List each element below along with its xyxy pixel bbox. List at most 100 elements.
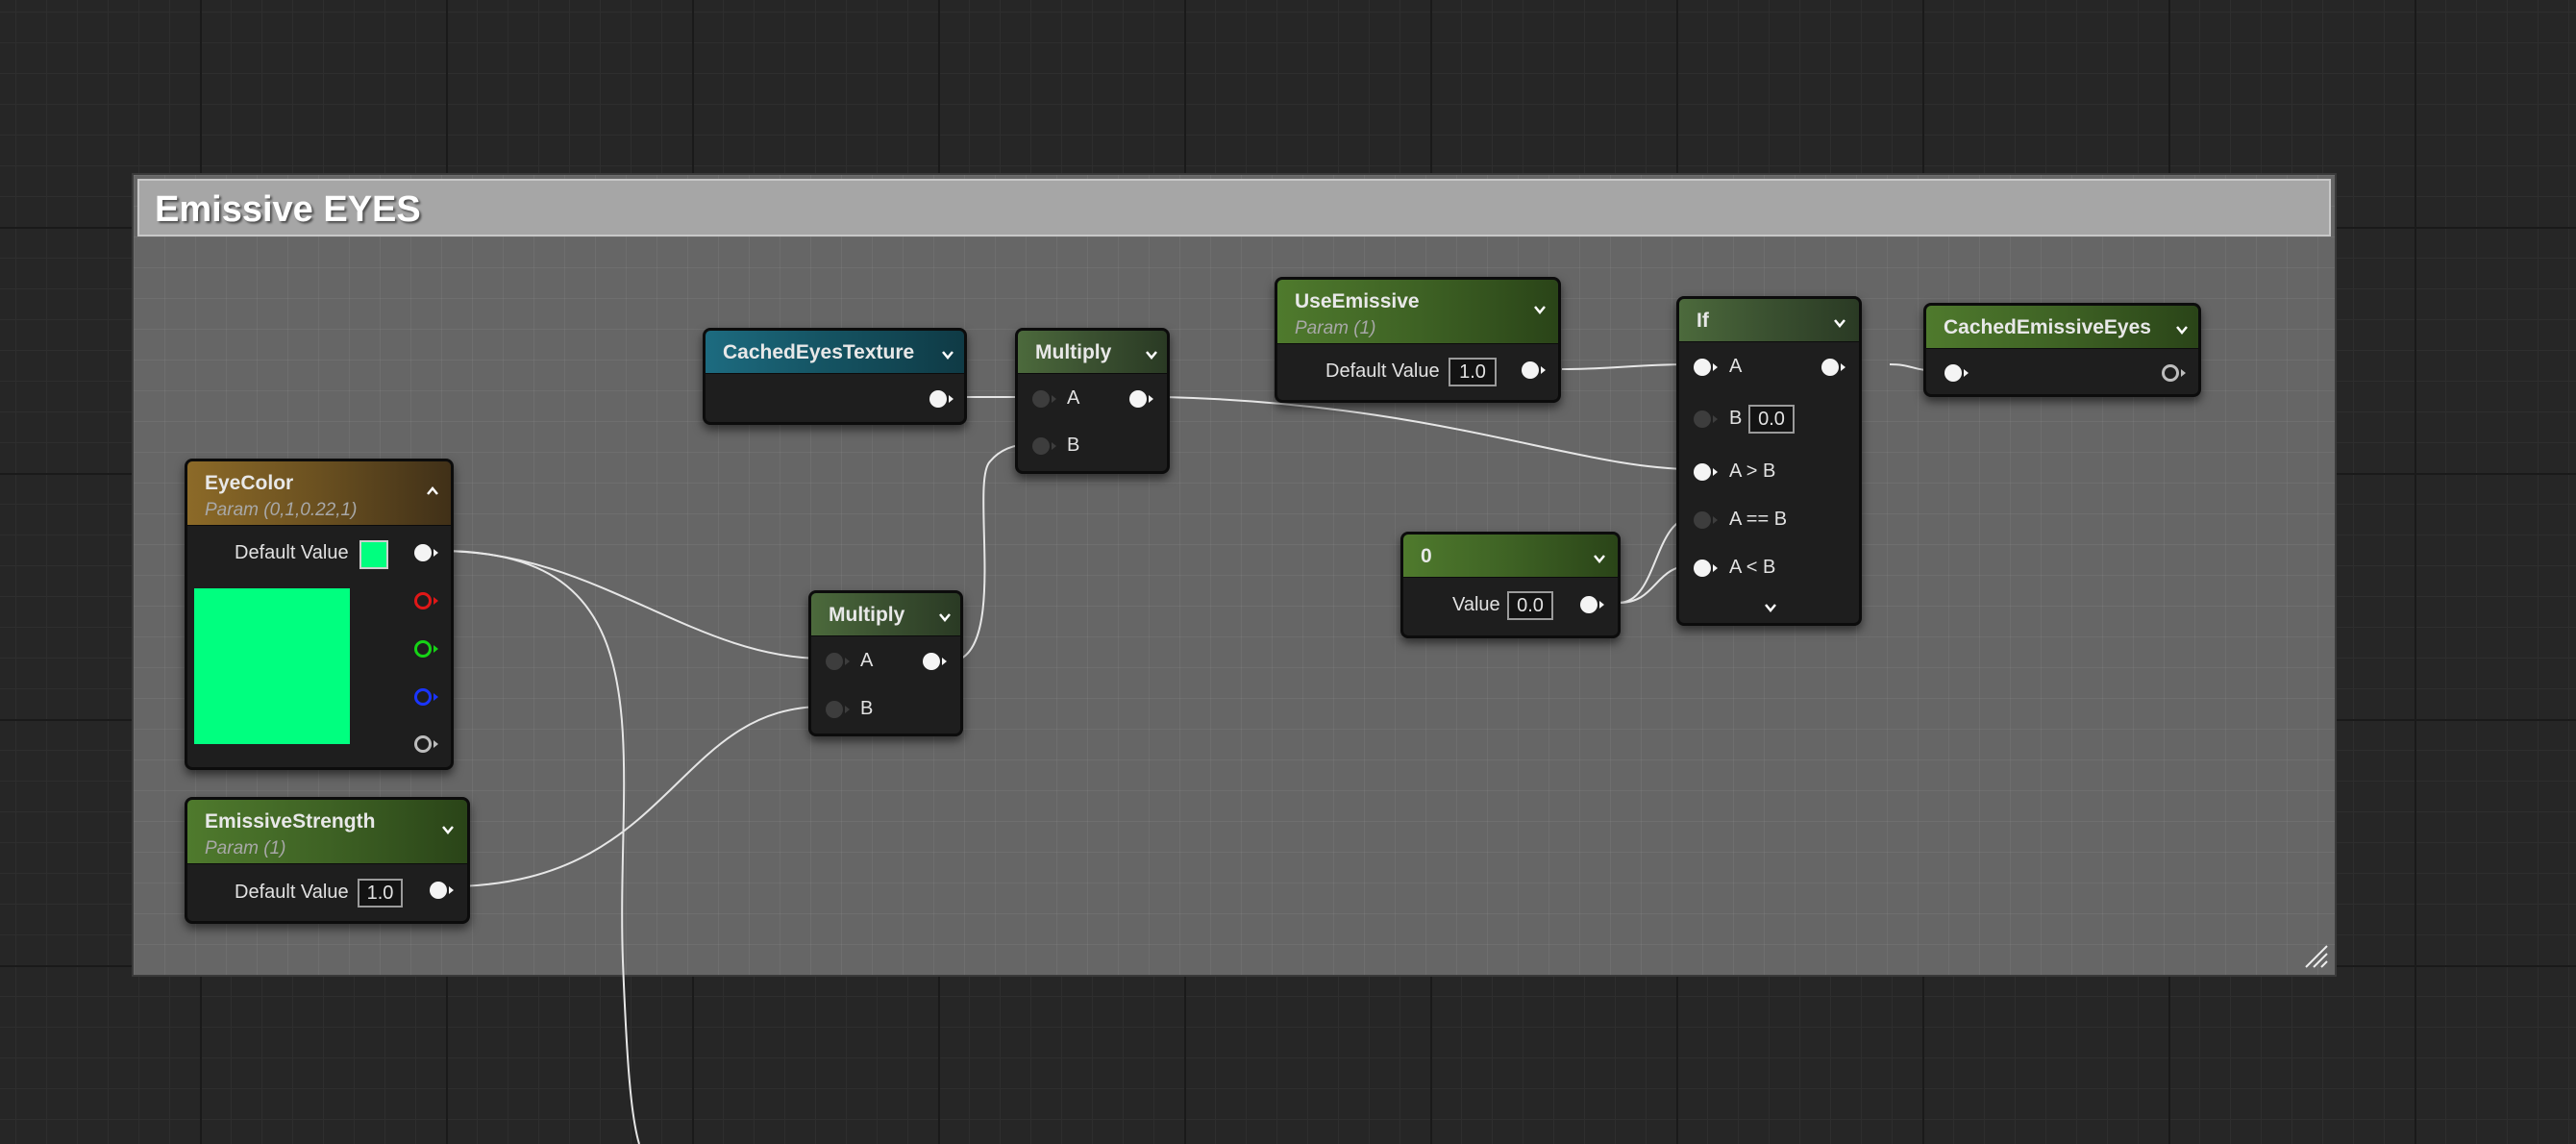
input-pin-b[interactable]: [826, 701, 843, 718]
input-pin[interactable]: [1944, 364, 1962, 382]
output-pin[interactable]: [1522, 361, 1539, 379]
chevron-down-icon[interactable]: [1833, 316, 1846, 330]
output-pin-arrow: [1541, 366, 1546, 374]
pin-label-b: B: [860, 698, 874, 719]
output-pin-a[interactable]: [414, 735, 432, 753]
input-pin-a[interactable]: [826, 653, 843, 670]
output-pin[interactable]: [923, 653, 940, 670]
input-pin-a[interactable]: [1694, 359, 1711, 376]
input-pin-b[interactable]: [1694, 410, 1711, 428]
pin-label-a: A: [860, 650, 874, 671]
output-pin-arrow: [449, 886, 454, 894]
output-pin-r[interactable]: [414, 592, 432, 609]
input-pin-arrow: [845, 706, 850, 713]
node-multiply-bottom[interactable]: Multiply A B: [808, 590, 963, 736]
node-if[interactable]: If A B 0.0 A > B A == B A < B: [1676, 296, 1862, 626]
default-value-label: Default Value: [1325, 361, 1440, 382]
pin-label-b: B: [1729, 408, 1743, 429]
chevron-down-icon[interactable]: [441, 823, 455, 836]
node-cached-emissive-eyes[interactable]: CachedEmissiveEyes: [1923, 303, 2201, 397]
output-pin[interactable]: [1129, 390, 1147, 408]
node-emissive-strength[interactable]: EmissiveStrength Param (1) Default Value…: [185, 797, 470, 924]
output-pin-b[interactable]: [414, 688, 432, 706]
value-label: Value: [1452, 594, 1500, 615]
pin-label-a-lt-b: A < B: [1729, 557, 1776, 578]
default-value-input[interactable]: 1.0: [1449, 358, 1497, 386]
pin-label-a: A: [1729, 356, 1743, 377]
output-pin[interactable]: [929, 390, 947, 408]
output-pin-g[interactable]: [414, 640, 432, 658]
pin-label-a: A: [1067, 387, 1080, 409]
input-pin-arrow: [1713, 516, 1718, 524]
node-subtitle: Param (1): [205, 838, 286, 858]
output-pin-arrow: [433, 597, 438, 605]
node-title: Multiply: [1035, 341, 1112, 363]
node-title: UseEmissive: [1295, 290, 1420, 312]
node-use-emissive[interactable]: UseEmissive Param (1) Default Value 1.0: [1275, 277, 1561, 403]
input-pin-arrow: [1713, 564, 1718, 572]
node-title: If: [1697, 310, 1709, 332]
node-subtitle: Param (0,1,0.22,1): [205, 500, 358, 520]
input-pin-a[interactable]: [1032, 390, 1050, 408]
wire-eye-color-to-multiply-a: [439, 550, 825, 659]
input-pin-arrow: [1052, 395, 1056, 403]
input-pin-b[interactable]: [1032, 437, 1050, 455]
default-value-label: Default Value: [235, 882, 349, 903]
output-pin[interactable]: [1580, 596, 1598, 613]
value-input[interactable]: 0.0: [1507, 591, 1553, 620]
wire-emissive-strength-to-multiply-b: [447, 706, 825, 887]
wire-use-emissive-to-if-a: [1561, 363, 1695, 370]
default-value-input[interactable]: 1.0: [358, 879, 403, 908]
input-pin-a-lt-b[interactable]: [1694, 560, 1711, 577]
wire-multiply-top-to-if-agtb: [1164, 396, 1695, 470]
output-pin-arrow: [433, 645, 438, 653]
output-pin-arrow: [433, 693, 438, 701]
b-value-input[interactable]: 0.0: [1748, 405, 1795, 434]
wire-multiply-bottom-to-multiply-top-b: [960, 443, 1032, 659]
node-constant-zero[interactable]: 0 Value 0.0: [1400, 532, 1621, 638]
color-swatch[interactable]: [359, 540, 388, 569]
chevron-down-icon[interactable]: [2175, 323, 2189, 336]
output-pin-arrow: [433, 740, 438, 748]
output-pin-arrow: [1149, 395, 1153, 403]
wire-eye-color-down: [439, 550, 640, 1144]
input-pin-arrow: [1052, 442, 1056, 450]
node-subtitle: Param (1): [1295, 318, 1376, 338]
input-pin-arrow: [1964, 369, 1969, 377]
node-title: EyeColor: [205, 472, 294, 494]
chevron-down-icon[interactable]: [1593, 552, 1606, 565]
node-cached-eyes-texture[interactable]: CachedEyesTexture: [703, 328, 967, 425]
chevron-down-icon[interactable]: [1764, 601, 1777, 614]
input-pin-a-eq-b[interactable]: [1694, 511, 1711, 529]
node-title: CachedEmissiveEyes: [1944, 316, 2151, 338]
input-pin-a-gt-b[interactable]: [1694, 463, 1711, 481]
output-pin-arrow: [433, 549, 438, 557]
output-pin-rgb[interactable]: [414, 544, 432, 561]
node-title: 0: [1421, 545, 1432, 567]
chevron-down-icon[interactable]: [941, 348, 954, 361]
chevron-up-icon[interactable]: [426, 485, 439, 498]
node-eye-color[interactable]: EyeColor Param (0,1,0.22,1) Default Valu…: [185, 459, 454, 770]
output-pin-arrow: [2181, 369, 2186, 377]
output-pin[interactable]: [430, 882, 447, 899]
node-multiply-top[interactable]: Multiply A B: [1015, 328, 1170, 474]
input-pin-arrow: [845, 658, 850, 665]
output-pin-arrow: [1841, 363, 1845, 371]
input-pin-arrow: [1713, 363, 1718, 371]
node-title: CachedEyesTexture: [723, 341, 915, 363]
chevron-down-icon[interactable]: [1145, 348, 1158, 361]
node-title: Multiply: [829, 604, 905, 626]
output-pin-arrow: [949, 395, 954, 403]
output-pin-arrow: [942, 658, 947, 665]
pin-label-a-eq-b: A == B: [1729, 509, 1788, 530]
input-pin-arrow: [1713, 468, 1718, 476]
pin-label-a-gt-b: A > B: [1729, 460, 1776, 482]
pin-label-b: B: [1067, 435, 1080, 456]
output-pin-arrow: [1599, 601, 1604, 609]
output-pin[interactable]: [2162, 364, 2179, 382]
chevron-down-icon[interactable]: [1533, 303, 1547, 316]
chevron-down-icon[interactable]: [938, 610, 952, 624]
input-pin-arrow: [1713, 415, 1718, 423]
default-value-label: Default Value: [235, 542, 349, 563]
output-pin[interactable]: [1821, 359, 1839, 376]
